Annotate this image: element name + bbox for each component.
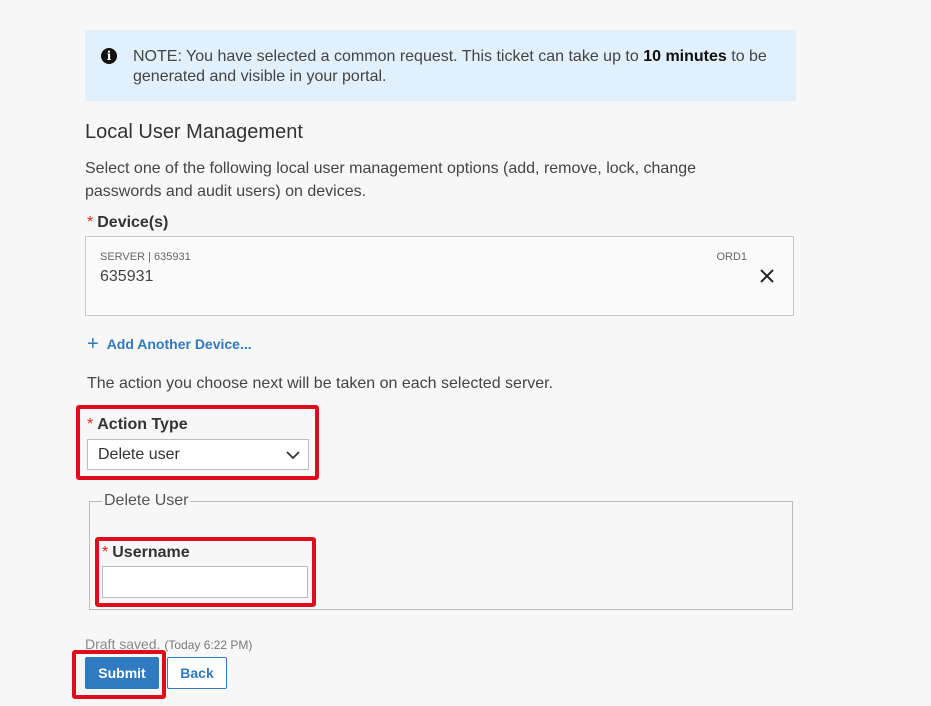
notice-prefix: NOTE:: [133, 48, 182, 65]
section-description: Select one of the following local user m…: [85, 160, 697, 200]
notice-bold: 10 minutes: [643, 48, 727, 65]
delete-user-legend: Delete User: [104, 492, 189, 509]
back-button[interactable]: Back: [167, 657, 227, 689]
add-device-link[interactable]: + Add Another Device...: [87, 333, 252, 355]
device-region: ORD1: [716, 251, 747, 263]
highlight-action-type: [76, 405, 319, 480]
info-icon: i: [101, 48, 117, 64]
plus-icon: +: [87, 333, 99, 355]
notice-banner: i NOTE: You have selected a common reque…: [85, 30, 796, 101]
devices-label-text: Device(s): [97, 214, 169, 231]
device-id: 635931: [100, 268, 154, 285]
add-device-label: Add Another Device...: [106, 336, 252, 352]
devices-selector[interactable]: SERVER | 635931 ORD1 635931: [85, 236, 794, 316]
highlight-submit: [72, 650, 166, 699]
highlight-username: [95, 537, 316, 607]
page: i NOTE: You have selected a common reque…: [0, 0, 931, 706]
notice-text-before: You have selected a common request. This…: [181, 48, 644, 65]
close-icon[interactable]: [759, 268, 775, 284]
section-title: Local User Management: [85, 121, 303, 143]
action-note: The action you choose next will be taken…: [87, 375, 554, 392]
device-meta: SERVER | 635931: [100, 251, 191, 263]
devices-label: * Device(s): [87, 214, 168, 232]
required-mark: *: [87, 214, 94, 231]
draft-time: (Today 6:22 PM): [164, 638, 253, 652]
